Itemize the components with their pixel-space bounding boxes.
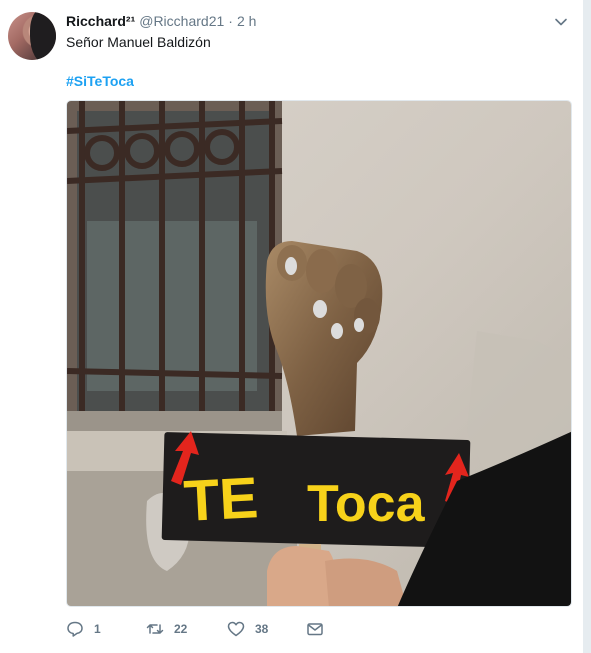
tweet-text: Señor Manuel Baldizón	[66, 34, 211, 50]
tweet-photo[interactable]: TE Toca	[66, 100, 572, 607]
envelope-icon	[307, 623, 323, 636]
avatar[interactable]	[8, 12, 56, 60]
author-name[interactable]: Ricchard²¹	[66, 13, 135, 29]
svg-text:TE: TE	[182, 465, 259, 534]
like-button[interactable]: 38	[227, 620, 268, 638]
reply-button[interactable]: 1	[66, 620, 101, 638]
reply-icon	[67, 621, 83, 637]
tweet-header: Ricchard²¹ @Ricchard21 · 2 h	[66, 13, 256, 29]
photo-illustration: TE Toca	[67, 101, 571, 606]
direct-message-button[interactable]	[306, 620, 324, 638]
heart-icon	[227, 621, 245, 637]
te-toca-sign: TE Toca	[161, 431, 471, 548]
retweet-icon	[146, 624, 164, 634]
tweet-card[interactable]: Ricchard²¹ @Ricchard21 · 2 h Señor Manue…	[0, 0, 584, 653]
separator-dot: ·	[228, 13, 233, 29]
like-count: 38	[255, 622, 269, 636]
reply-count: 1	[94, 622, 101, 636]
retweet-count: 22	[174, 622, 188, 636]
author-handle[interactable]: @Ricchard21	[139, 13, 224, 29]
hashtag-link[interactable]: #SiTeToca	[66, 73, 134, 89]
timestamp[interactable]: 2 h	[237, 13, 256, 29]
chevron-down-icon[interactable]	[553, 14, 569, 30]
retweet-button[interactable]: 22	[146, 620, 187, 638]
svg-text:Toca: Toca	[307, 475, 426, 533]
